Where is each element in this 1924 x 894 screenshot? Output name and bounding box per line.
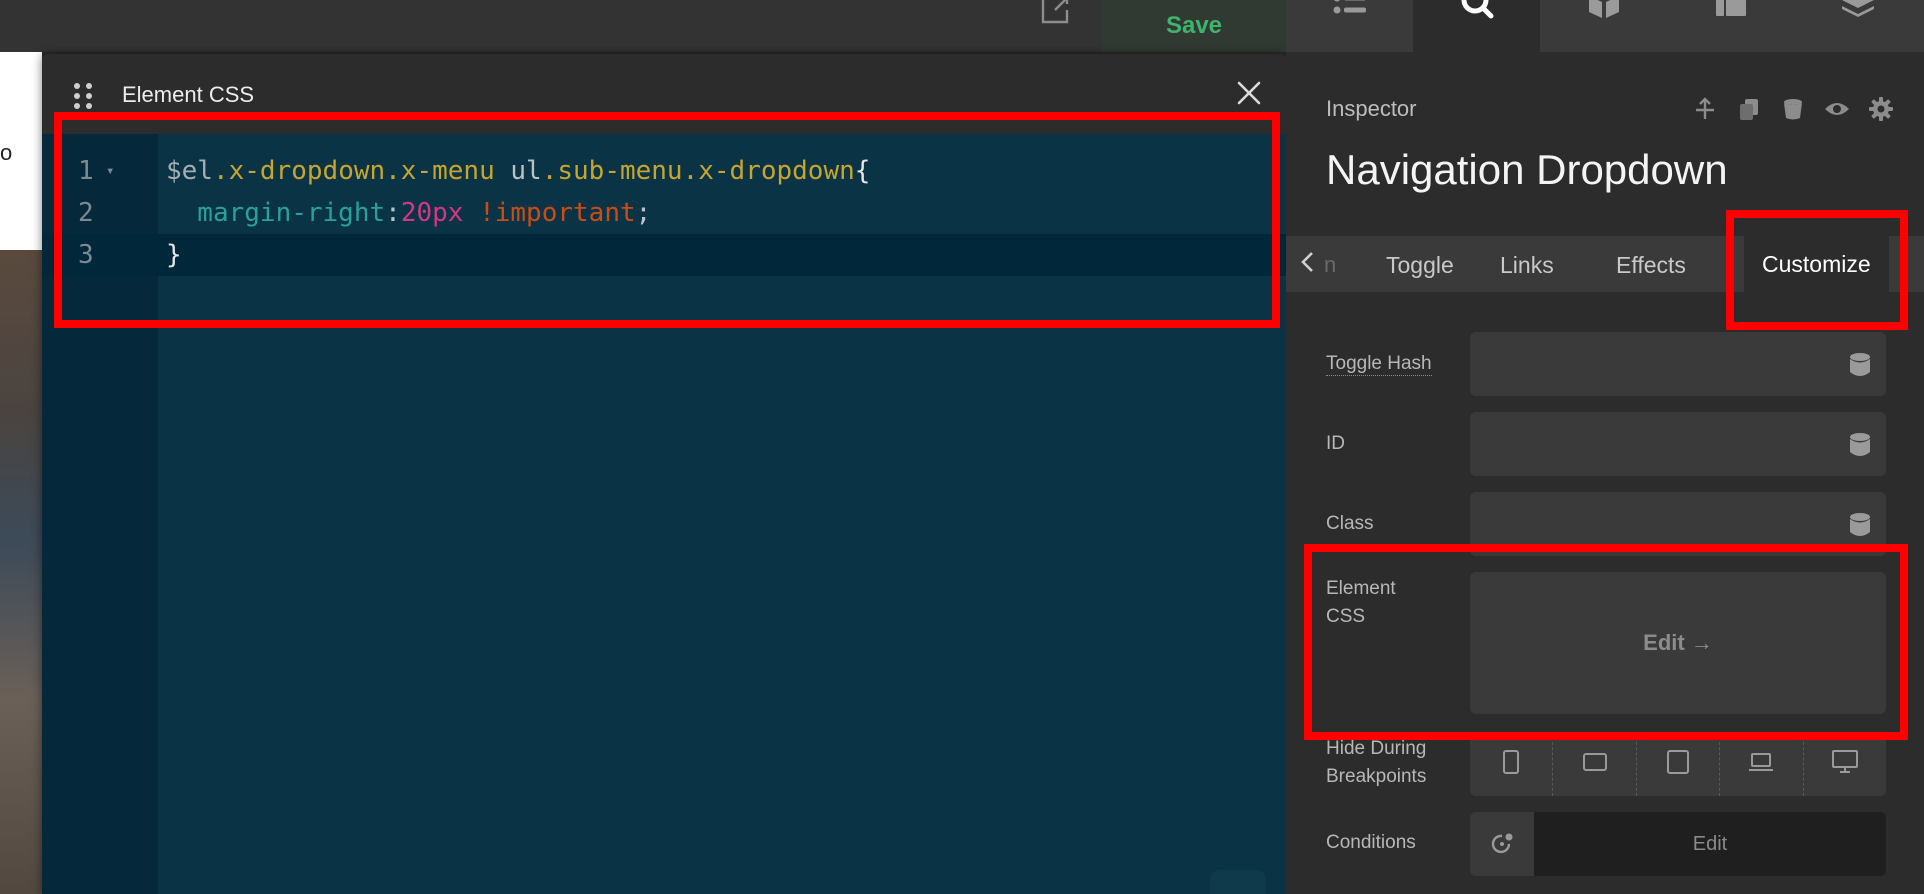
fold-arrow-icon[interactable]: ▾ xyxy=(106,150,114,192)
subtab-customize[interactable]: Customize xyxy=(1744,236,1889,292)
layout-icon xyxy=(1714,0,1748,29)
code-line[interactable]: 1 ▾ $el.x-dropdown.x-menu ul.sub-menu.x-dr… xyxy=(42,150,1286,192)
subtab-effects[interactable]: Effects xyxy=(1616,252,1686,279)
line-number: 2 xyxy=(78,198,94,228)
class-label: Class xyxy=(1326,513,1374,534)
conditions-edit-button[interactable]: Edit xyxy=(1534,812,1886,876)
search-icon xyxy=(1459,0,1495,29)
phone-landscape-icon xyxy=(1582,752,1607,777)
breakpoint-sm[interactable] xyxy=(1553,732,1637,796)
inspector-label: Inspector xyxy=(1326,96,1417,121)
tab-layers[interactable] xyxy=(1794,0,1921,52)
modal-header: Element CSS xyxy=(42,54,1286,134)
dynamic-content-icon[interactable] xyxy=(1848,352,1872,378)
page-partial-text: o xyxy=(0,140,13,165)
code-token: margin-right xyxy=(166,198,386,228)
line-number: 1 xyxy=(78,156,94,186)
hide-breakpoints-label: Hide During Breakpoints xyxy=(1326,735,1426,791)
gear-icon[interactable] xyxy=(1868,96,1894,122)
code-token: $el xyxy=(166,156,213,186)
subtab-scroll-left[interactable]: n xyxy=(1300,250,1340,280)
code-line[interactable]: 2 margin-right:20px !important; xyxy=(42,192,1286,234)
element-css-edit-button[interactable]: Edit → xyxy=(1470,572,1886,714)
conditions-control: Edit xyxy=(1470,812,1886,876)
inspector-subtabs: n Toggle Links Effects Customize xyxy=(1286,236,1924,292)
duplicate-icon[interactable] xyxy=(1736,96,1762,122)
element-title: Navigation Dropdown xyxy=(1326,146,1728,193)
hide-label-line2: Breakpoints xyxy=(1326,766,1427,787)
editor-scroll-handle[interactable] xyxy=(1210,870,1266,894)
element-css-modal: Element CSS 1 ▾ $el.x-dropdown.x-menu ul.s… xyxy=(42,54,1286,894)
code-token: .sub-menu.x-dropdown xyxy=(541,156,855,186)
drag-handle-icon[interactable] xyxy=(72,82,94,110)
css-code-editor[interactable]: 1 ▾ $el.x-dropdown.x-menu ul.sub-menu.x-dr… xyxy=(42,134,1286,894)
code-line[interactable]: 3} xyxy=(42,234,1286,276)
layers-icon xyxy=(1840,0,1876,29)
code-token: : xyxy=(385,198,401,228)
top-toolbar: Save xyxy=(0,0,1286,52)
class-field[interactable] xyxy=(1470,492,1886,556)
page-canvas-white: o xyxy=(0,52,42,250)
chevron-left-icon xyxy=(1300,251,1314,279)
close-icon[interactable] xyxy=(1232,76,1266,110)
line-number: 3 xyxy=(78,240,94,270)
breakpoint-xl[interactable] xyxy=(1804,732,1886,796)
code-token: } xyxy=(166,240,182,270)
subtab-links[interactable]: Links xyxy=(1500,252,1554,279)
conditions-label: Conditions xyxy=(1326,832,1416,853)
move-icon[interactable] xyxy=(1692,96,1718,122)
subtab-partial: n xyxy=(1324,252,1337,277)
breakpoint-md[interactable] xyxy=(1637,732,1721,796)
visibility-icon[interactable] xyxy=(1824,96,1850,122)
tab-inspector[interactable] xyxy=(1413,0,1540,52)
id-label: ID xyxy=(1326,433,1345,454)
cube-icon xyxy=(1587,0,1621,29)
save-button[interactable]: Save xyxy=(1102,0,1286,52)
conditions-icon[interactable] xyxy=(1470,812,1534,876)
toggle-hash-field[interactable] xyxy=(1470,332,1886,396)
code-token: !important xyxy=(463,198,636,228)
code-token: ul xyxy=(494,156,542,186)
phone-icon xyxy=(1502,749,1520,779)
code-token: .x-dropdown.x-menu xyxy=(212,156,495,186)
laptop-icon xyxy=(1748,752,1774,777)
dynamic-content-icon[interactable] xyxy=(1848,432,1872,458)
breakpoint-toggles xyxy=(1470,732,1886,796)
external-link-icon[interactable] xyxy=(1036,0,1076,30)
dynamic-content-icon[interactable] xyxy=(1848,512,1872,538)
code-text: } xyxy=(166,234,182,276)
subtab-toggle[interactable]: Toggle xyxy=(1386,252,1454,279)
hide-label-line1: Hide During xyxy=(1326,738,1427,759)
element-css-label-line2: CSS xyxy=(1326,606,1366,627)
element-css-label-line1: Element xyxy=(1326,578,1396,599)
list-icon xyxy=(1333,0,1367,29)
breakpoint-lg[interactable] xyxy=(1720,732,1804,796)
breakpoint-xs[interactable] xyxy=(1470,732,1554,796)
code-token: ; xyxy=(635,198,652,228)
delete-icon[interactable] xyxy=(1780,96,1806,122)
panel-top-tabs xyxy=(1286,0,1924,52)
element-css-label: Element CSS xyxy=(1326,575,1396,631)
desktop-icon xyxy=(1831,749,1858,779)
page-background-photo xyxy=(0,250,42,894)
toggle-hash-label: Toggle Hash xyxy=(1326,353,1432,376)
code-token: { xyxy=(854,156,871,186)
tablet-icon xyxy=(1667,749,1690,779)
inspector-actions xyxy=(1692,96,1894,122)
code-text: $el.x-dropdown.x-menu ul.sub-menu.x-drop… xyxy=(166,150,870,192)
tab-outline[interactable] xyxy=(1286,0,1413,52)
id-field[interactable] xyxy=(1470,412,1886,476)
inspector-panel: Inspector Navigation Dropdown n Toggle L… xyxy=(1286,0,1924,894)
code-token: 20px xyxy=(400,198,464,228)
tab-elements[interactable] xyxy=(1540,0,1667,52)
code-text: margin-right:20px !important; xyxy=(166,192,651,234)
modal-title: Element CSS xyxy=(122,82,255,107)
tab-layout[interactable] xyxy=(1667,0,1794,52)
